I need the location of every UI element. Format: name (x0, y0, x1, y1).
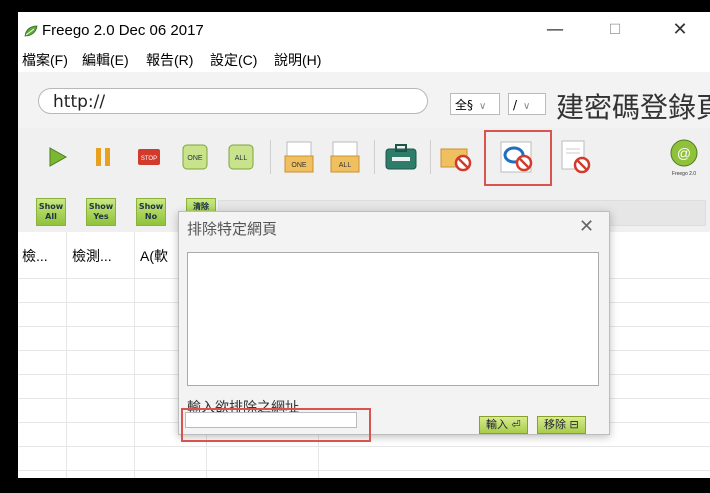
close-button[interactable]: ✕ (658, 18, 702, 42)
frame-edge-top (0, 0, 710, 12)
toolbox-icon (385, 144, 417, 170)
url-bar: http:// 全§ ∨ / ∨ 建密碼登錄頁 (18, 72, 710, 128)
stop-button[interactable]: STOP (130, 138, 168, 176)
pause-icon (96, 148, 110, 166)
show-all-top: Show (38, 202, 64, 211)
row-divider (18, 446, 710, 447)
folder-one-icon: ONE (284, 141, 314, 173)
row-divider (18, 470, 710, 471)
menu-help[interactable]: 說明(H) (274, 50, 321, 70)
language-value: / (513, 98, 518, 112)
folder-all-button[interactable]: ALL (326, 138, 364, 176)
menu-bar: 檔案(F) 編輯(E) 報告(R) 設定(C) 說明(H) (18, 46, 710, 72)
chevron-down-icon: ∨ (523, 101, 531, 112)
exclude-doc-button[interactable] (556, 138, 594, 176)
one-label: ONE (187, 155, 203, 162)
menu-file[interactable]: 檔案(F) (22, 50, 68, 70)
title-bar: Freego 2.0 Dec 06 2017 — ☐ ✕ (18, 12, 710, 46)
show-yes-top: Show (88, 202, 114, 211)
exclude-folder-button[interactable] (438, 138, 476, 176)
dialog-title: 排除特定網頁 (187, 220, 278, 238)
excluded-url-list[interactable] (187, 252, 599, 386)
refresh-one-button[interactable]: ONE (176, 138, 214, 176)
screenshot-frame: Freego 2.0 Dec 06 2017 — ☐ ✕ 檔案(F) 編輯(E)… (0, 0, 710, 493)
folder-all-icon: ALL (330, 141, 360, 173)
all-label: ALL (235, 155, 248, 162)
svg-text:@: @ (677, 145, 691, 161)
exclude-doc-icon (561, 140, 591, 174)
show-no-button[interactable]: Show No (136, 198, 166, 226)
frame-edge-bottom (0, 478, 710, 493)
toolbar-divider (374, 140, 375, 174)
exclude-folder-icon (440, 148, 472, 172)
column-header[interactable]: A(軟 (140, 246, 168, 266)
toolbar-divider (270, 140, 271, 174)
exclude-ie-icon (500, 141, 533, 173)
banner-text: 建密碼登錄頁 (556, 91, 710, 124)
column-divider (134, 232, 135, 478)
show-yes-bottom: Yes (93, 212, 109, 221)
show-all-button[interactable]: Show All (36, 198, 66, 226)
column-header[interactable]: 檢... (22, 246, 48, 266)
minimize-button[interactable]: — (533, 18, 577, 42)
toolbar: STOP ONE ALL ONE ALL @ Freego 2.0 (18, 128, 710, 189)
encoding-value: 全§ (455, 98, 474, 112)
freego-logo-icon: @ Freego 2.0 (670, 139, 698, 177)
menu-edit[interactable]: 編輯(E) (82, 50, 129, 70)
frame-edge-left (0, 0, 18, 493)
exclude-ie-button[interactable] (498, 138, 536, 176)
remove-url-button[interactable]: 移除 ⊟ (537, 416, 586, 434)
input-highlight (181, 408, 371, 442)
url-input[interactable]: http:// (38, 88, 428, 114)
stop-icon: STOP (138, 149, 160, 165)
stop-label: STOP (141, 156, 157, 162)
play-icon (49, 147, 68, 167)
encoding-select[interactable]: 全§ ∨ (450, 93, 500, 115)
menu-settings[interactable]: 設定(C) (210, 50, 257, 70)
menu-report[interactable]: 報告(R) (146, 50, 193, 70)
folder-one-button[interactable]: ONE (280, 138, 318, 176)
show-no-bottom: No (144, 212, 158, 221)
toolbar-divider (430, 140, 431, 174)
toolbox-button[interactable] (382, 138, 420, 176)
refresh-all-button[interactable]: ALL (222, 138, 260, 176)
maximize-button[interactable]: ☐ (593, 18, 637, 42)
add-url-button[interactable]: 輸入 ⏎ (479, 416, 528, 434)
refresh-one-icon: ONE (182, 144, 208, 170)
show-yes-button[interactable]: Show Yes (86, 198, 116, 226)
column-divider (66, 232, 67, 478)
column-header[interactable]: 檢測... (72, 246, 112, 266)
exclude-page-dialog: 排除特定網頁 ✕ 輸入欲排除之網址 輸入 ⏎ 移除 ⊟ (178, 211, 610, 442)
window-title: Freego 2.0 Dec 06 2017 (42, 22, 204, 39)
freego-logo: @ Freego 2.0 (662, 138, 706, 177)
folder-one-label: ONE (291, 162, 307, 169)
language-select[interactable]: / ∨ (508, 93, 546, 115)
pause-button[interactable] (84, 138, 122, 176)
app-window: Freego 2.0 Dec 06 2017 — ☐ ✕ 檔案(F) 編輯(E)… (18, 12, 710, 478)
refresh-all-icon: ALL (228, 144, 254, 170)
show-all-bottom: All (45, 212, 57, 221)
dialog-close-icon[interactable]: ✕ (579, 216, 594, 237)
show-no-top: Show (138, 202, 164, 211)
app-icon (24, 25, 38, 37)
logo-text: Freego 2.0 (672, 171, 696, 177)
folder-all-label: ALL (339, 162, 352, 169)
chevron-down-icon: ∨ (479, 101, 487, 112)
play-button[interactable] (38, 138, 76, 176)
